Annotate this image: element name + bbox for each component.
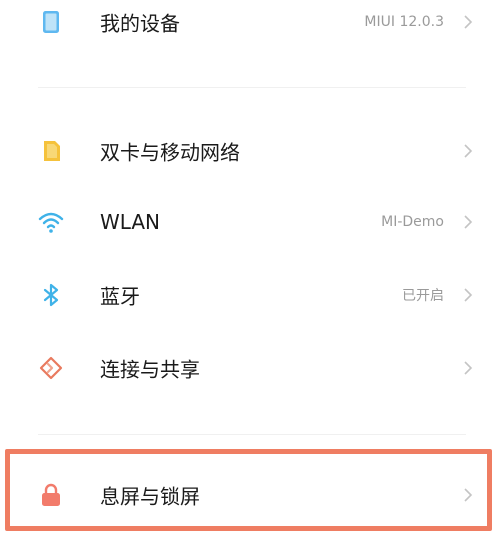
settings-item-value: MI-Demo xyxy=(381,214,444,230)
sim-icon xyxy=(38,138,64,164)
chevron-right-icon xyxy=(462,14,474,30)
device-icon xyxy=(38,9,64,35)
settings-screen: 我的设备 MIUI 12.0.3 双卡与移动网络 WLAN MI-Demo 蓝牙… xyxy=(0,0,504,543)
settings-item-wlan[interactable]: WLAN MI-Demo xyxy=(0,192,504,252)
settings-item-bluetooth[interactable]: 蓝牙 已开启 xyxy=(0,265,504,325)
settings-item-label: 我的设备 xyxy=(100,11,180,36)
settings-item-label: 蓝牙 xyxy=(100,284,140,309)
connect-share-icon xyxy=(38,355,64,381)
section-divider xyxy=(38,87,466,88)
chevron-right-icon xyxy=(462,143,474,159)
chevron-right-icon xyxy=(462,214,474,230)
chevron-right-icon xyxy=(462,287,474,303)
settings-item-label: 双卡与移动网络 xyxy=(100,140,240,165)
chevron-right-icon xyxy=(462,360,474,376)
settings-item-my-device[interactable]: 我的设备 MIUI 12.0.3 xyxy=(0,0,504,52)
settings-item-label: 连接与共享 xyxy=(100,357,200,382)
bluetooth-icon xyxy=(38,282,64,308)
settings-item-value: 已开启 xyxy=(402,288,444,304)
section-divider xyxy=(38,434,466,435)
settings-item-value: MIUI 12.0.3 xyxy=(364,14,444,30)
settings-item-connect-share[interactable]: 连接与共享 xyxy=(0,338,504,398)
settings-item-sim[interactable]: 双卡与移动网络 xyxy=(0,121,504,181)
settings-item-label: WLAN xyxy=(100,210,161,234)
highlight-box xyxy=(5,449,492,531)
wifi-icon xyxy=(38,209,64,235)
